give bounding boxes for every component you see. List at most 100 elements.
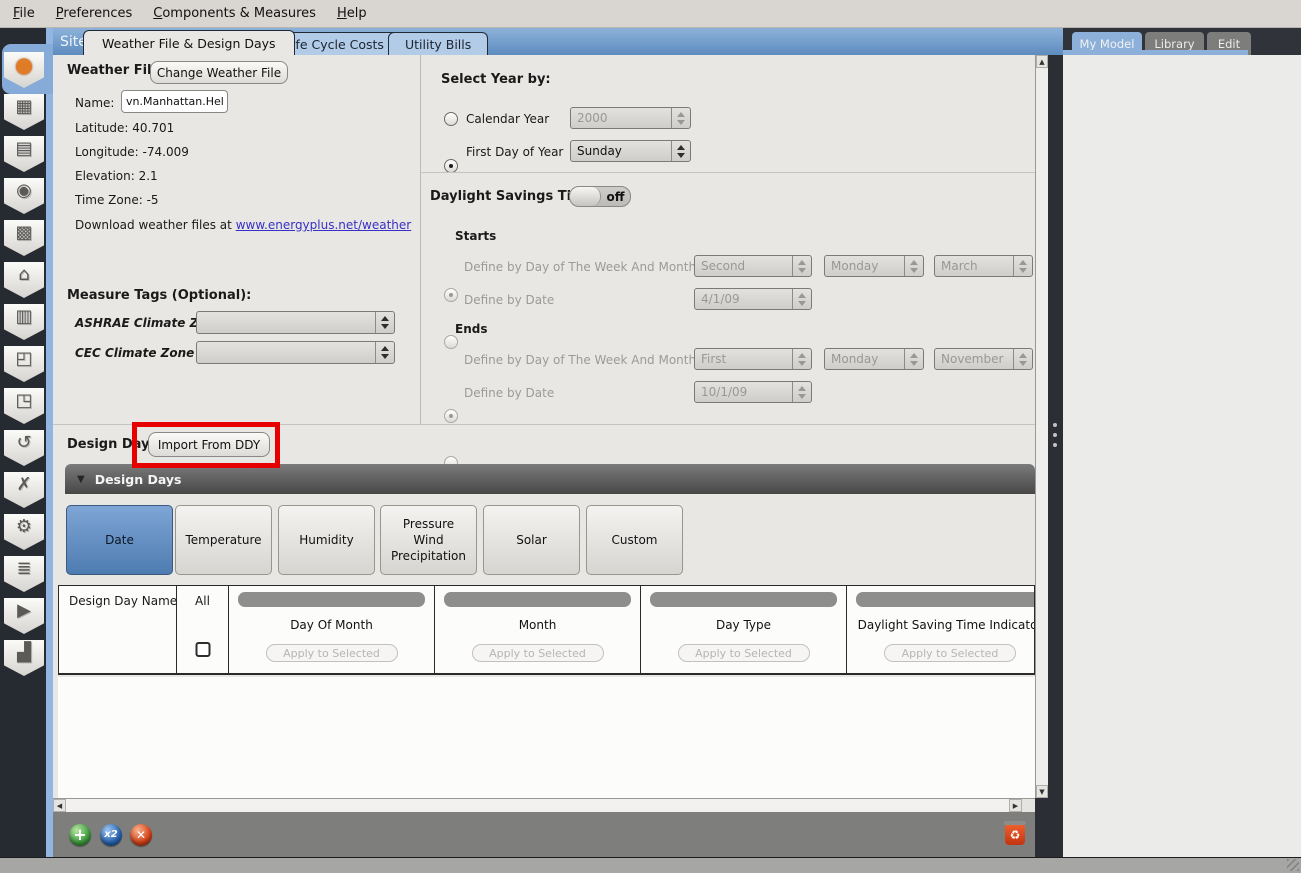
horizontal-scrollbar[interactable]: ◀ ▶ [53, 798, 1035, 812]
first-day-of-year-select[interactable]: Sunday [570, 140, 691, 162]
sidebar-item-simulation-settings[interactable]: ⚙ [4, 512, 44, 550]
starts-define-week-radio [444, 288, 458, 302]
vertical-tab-sidebar: ● ▦ ▤ ◉ ▩ ⌂ ▥ ◰ ◳ ↺ ✗ ⚙ ≣ ▶ ▟ [0, 28, 53, 857]
ends-define-week-label: Define by Day of The Week And Month [464, 353, 696, 367]
tab-weather-file-design-days[interactable]: Weather File & Design Days [83, 30, 295, 55]
sidebar-item-spaces[interactable]: ◰ [4, 344, 44, 382]
scroll-right-button[interactable]: ▶ [1009, 799, 1022, 812]
weather-file-title: Weather File [67, 63, 160, 78]
duplicate-design-day-button[interactable]: x2 [100, 824, 122, 846]
time-zone-value: Time Zone: -5 [75, 193, 159, 207]
subtab-date[interactable]: Date [66, 505, 173, 575]
sidebar-item-run-simulation[interactable]: ▶ [4, 596, 44, 634]
menu-help[interactable]: Help [329, 6, 375, 21]
horizontal-scroll-track[interactable] [66, 799, 1009, 812]
calendar-icon: ▦ [15, 98, 32, 116]
ends-define-date-label: Define by Date [464, 386, 554, 400]
sidebar-item-schedules[interactable]: ▦ [4, 92, 44, 130]
longitude-value: Longitude: -74.009 [75, 145, 189, 159]
spinner-arrows-icon [792, 382, 811, 402]
column-drag-bar[interactable] [444, 592, 631, 607]
column-drag-bar[interactable] [856, 592, 1035, 607]
remove-design-day-button[interactable]: ✕ [130, 824, 152, 846]
tab-utility-bills[interactable]: Utility Bills [388, 32, 488, 55]
scroll-down-button[interactable]: ▼ [1036, 785, 1048, 798]
sidebar-item-results-summary[interactable]: ▟ [4, 638, 44, 676]
apply-to-selected-button: Apply to Selected [678, 644, 810, 662]
subtab-custom[interactable]: Custom [586, 505, 683, 575]
weather-name-input[interactable] [121, 90, 228, 113]
spinner-arrows-icon [671, 141, 690, 161]
column-day-of-month: Day Of Month Apply to Selected [229, 586, 435, 673]
subtab-humidity[interactable]: Humidity [278, 505, 375, 575]
left-arrow-icon: ◀ [57, 802, 62, 810]
spinner-arrows-icon [904, 349, 923, 369]
calendar-year-label: Calendar Year [466, 112, 549, 126]
column-drag-bar[interactable] [238, 592, 425, 607]
sidebar-item-measures[interactable]: ≣ [4, 554, 44, 592]
sidebar-item-facility[interactable]: ▥ [4, 302, 44, 340]
daylight-savings-toggle[interactable]: off [569, 186, 631, 207]
design-days-collapse-header[interactable]: ▼ Design Days [65, 464, 1035, 494]
outlet-icon: ◉ [16, 182, 32, 200]
cec-climate-zone-select[interactable] [196, 341, 395, 364]
scroll-left-button[interactable]: ◀ [53, 799, 66, 812]
menu-components-measures[interactable]: Components & Measures [145, 6, 324, 21]
sidebar-item-geometry[interactable]: ⌂ [4, 260, 44, 298]
sidebar-item-thermal-zones[interactable]: ◳ [4, 386, 44, 424]
status-bar [0, 857, 1301, 873]
purge-unused-button[interactable]: ♻ [1005, 824, 1025, 845]
calendar-year-radio[interactable] [444, 112, 458, 126]
my-model-panel [1063, 55, 1301, 857]
down-arrow-icon: ▼ [1039, 788, 1044, 796]
starts-day-value: Monday [831, 259, 878, 273]
add-design-day-button[interactable]: + [69, 824, 91, 846]
all-header: All [177, 594, 228, 608]
sidebar-item-hvac-systems[interactable]: ↺ [4, 428, 44, 466]
change-weather-file-button[interactable]: Change Weather File [150, 61, 288, 84]
scroll-up-button[interactable]: ▲ [1036, 55, 1048, 68]
ashrae-climate-zone-select[interactable] [196, 311, 395, 334]
main-content: Weather File Change Weather File Name: L… [53, 55, 1035, 857]
building-icon: ▥ [15, 308, 32, 326]
design-day-table-header: Design Day Name All Day Of Month Apply t… [58, 585, 1035, 675]
design-days-header-label: Design Days [95, 472, 182, 487]
right-panel-header: My Model Library Edit [1063, 28, 1301, 55]
sidebar-item-space-types[interactable]: ▩ [4, 218, 44, 256]
column-all: All [177, 586, 229, 673]
ends-order-value: First [701, 352, 726, 366]
ends-month-value: November [941, 352, 1003, 366]
menu-preferences[interactable]: Preferences [48, 6, 140, 21]
measure-tags-title: Measure Tags (Optional): [67, 288, 251, 303]
subtab-pressure-wind-precipitation[interactable]: Pressure Wind Precipitation [380, 505, 477, 575]
apply-to-selected-button: Apply to Selected [884, 644, 1016, 662]
select-all-checkbox[interactable] [195, 642, 210, 657]
sidebar-item-constructions[interactable]: ▤ [4, 134, 44, 172]
sidebar-item-output-variables[interactable]: ✗ [4, 470, 44, 508]
vertical-scrollbar[interactable]: ▲ ▼ [1035, 55, 1048, 798]
sidebar-item-loads[interactable]: ◉ [4, 176, 44, 214]
resize-grip-icon[interactable] [1287, 859, 1299, 871]
collapse-triangle-icon: ▼ [77, 474, 85, 485]
starts-month-select: March [934, 255, 1033, 277]
menu-file[interactable]: File [5, 6, 43, 21]
column-divider [420, 55, 421, 424]
first-day-of-year-radio[interactable] [444, 159, 458, 173]
select-year-title: Select Year by: [441, 72, 551, 87]
starts-day-select: Monday [824, 255, 924, 277]
section-divider [420, 172, 1035, 173]
panel-splitter[interactable] [1048, 55, 1063, 857]
starts-title: Starts [455, 229, 496, 243]
subtab-solar[interactable]: Solar [483, 505, 580, 575]
column-drag-bar[interactable] [650, 592, 837, 607]
spinner-arrows-icon [671, 108, 690, 128]
subtab-temperature[interactable]: Temperature [175, 505, 272, 575]
column-daylight-saving-indicator: Daylight Saving Time Indicator Apply to … [847, 586, 1035, 673]
scroll-icon: ≣ [16, 560, 31, 578]
ends-month-select: November [934, 348, 1033, 370]
cube-icon: ▩ [15, 224, 32, 242]
energyplus-weather-link[interactable]: www.energyplus.net/weather [236, 218, 412, 232]
spinner-arrows-icon [375, 342, 394, 363]
zone-cubes-icon: ◳ [15, 392, 32, 410]
column-month: Month Apply to Selected [435, 586, 641, 673]
